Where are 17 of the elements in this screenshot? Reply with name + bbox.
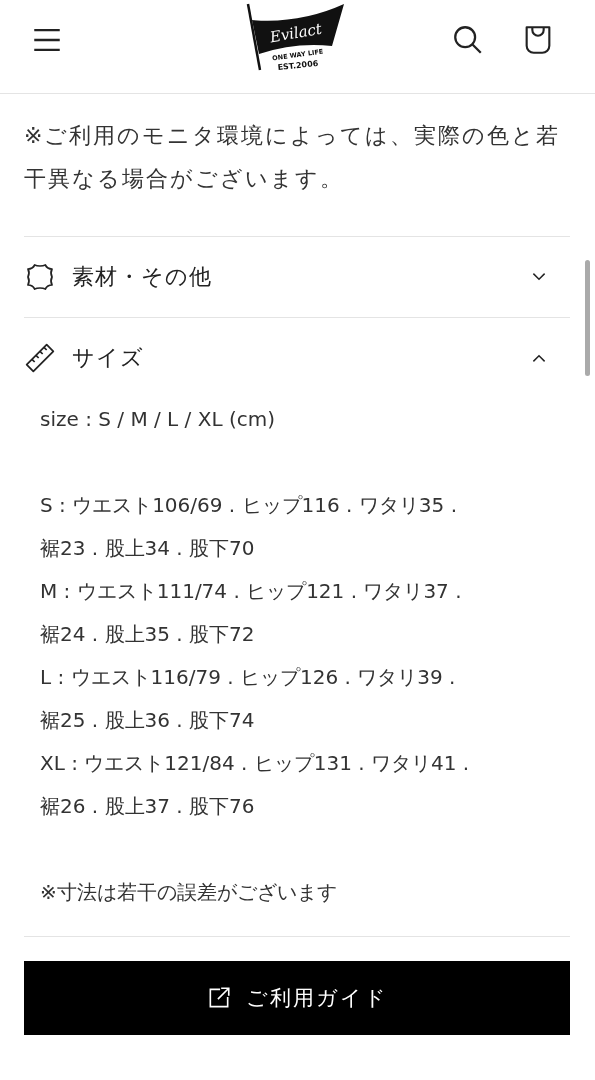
scrollbar[interactable] (585, 260, 590, 376)
size-text: 裾26 . 股上37 . 股下76 (40, 793, 256, 820)
size-text: M : ウエスト111/74 . ヒップ121 . ワタリ37 . (40, 578, 463, 605)
leather-icon (24, 261, 56, 293)
size-text: 裾23 . 股上34 . 股下70 (40, 535, 256, 562)
size-text: XL : ウエスト121/84 . ヒップ131 . ワタリ41 . (40, 750, 471, 777)
ruler-icon (24, 342, 56, 374)
size-text: L : ウエスト116/79 . ヒップ126 . ワタリ39 . (40, 664, 457, 691)
guide-button[interactable]: ご利用ガイド (24, 961, 570, 1035)
accordion-header[interactable]: 素材・その他 (24, 237, 570, 317)
size-text: 裾24 . 股上35 . 股下72 (40, 621, 256, 648)
note-text: ※ご利用のモニタ環境によっては、実際の色と若干異なる場合がございます。 (24, 122, 562, 193)
size-text: S : ウエスト106/69 . ヒップ116 . ワタリ35 . (40, 492, 458, 519)
accordion-header[interactable]: サイズ (24, 318, 570, 398)
size-text: 裾25 . 股上36 . 股下74 (40, 707, 256, 734)
size-text: ※寸法は若干の誤差がございます (40, 879, 338, 906)
size-text: size : S / M / L / XL (cm) (40, 406, 276, 433)
